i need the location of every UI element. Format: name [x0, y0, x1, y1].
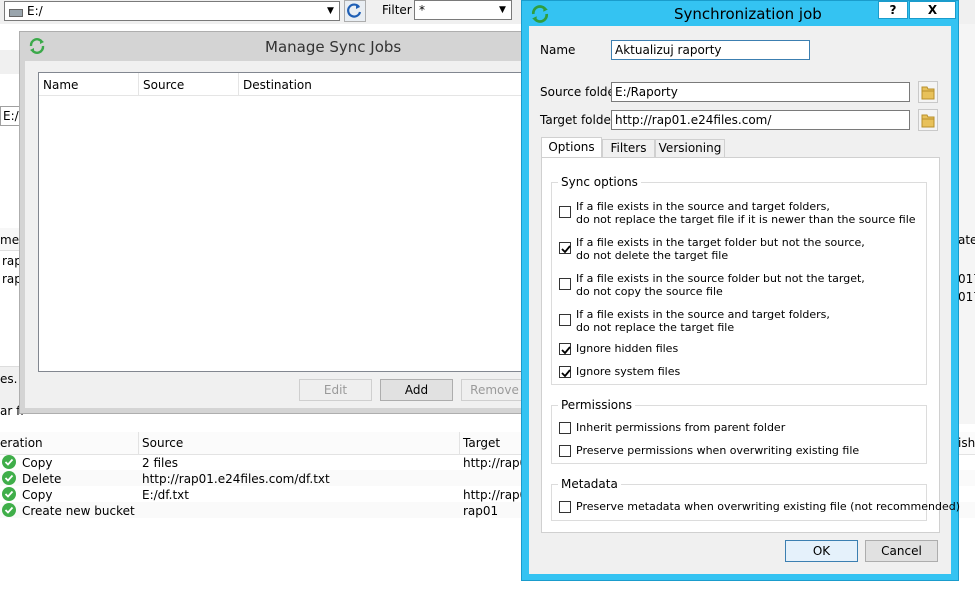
queue-col-finished[interactable]: ished [958, 436, 975, 450]
tab-options[interactable]: Options [541, 137, 602, 158]
left-path-field[interactable]: E:/ [0, 106, 20, 126]
checkbox-label: Preserve metadata when overwriting exist… [576, 500, 960, 513]
close-icon: X [927, 3, 938, 17]
help-button[interactable]: ? [878, 1, 908, 19]
right-list-cell: 017 [958, 272, 975, 286]
tab-filters[interactable]: Filters [602, 139, 655, 158]
source-folder-label: Source folder [540, 85, 620, 99]
queue-col-operation[interactable]: eration [0, 436, 43, 450]
chevron-down-icon: ▼ [499, 5, 506, 15]
ok-button[interactable]: OK [785, 540, 858, 562]
chevron-down-icon: ▼ [327, 6, 334, 16]
sync-icon [29, 38, 45, 54]
sync-dialog-client: Name Aktualizuj raporty Source folder E:… [529, 26, 960, 574]
success-check-icon [2, 487, 16, 501]
right-pane-strip [958, 24, 975, 424]
refresh-button[interactable] [344, 0, 366, 22]
folder-icon [921, 114, 935, 128]
browse-source-button[interactable] [918, 81, 938, 103]
queue-cell-source: E:/df.txt [142, 488, 189, 502]
queue-cell-target: http://rap0 [463, 456, 528, 470]
sync-dialog-title: Synchronization job [674, 5, 822, 23]
metadata-list: Preserve metadata when overwriting exist… [542, 158, 960, 528]
options-tab-panel: Sync options If a file exists in the sou… [541, 157, 960, 533]
help-icon: ? [889, 3, 897, 17]
col-source[interactable]: Source [143, 78, 184, 92]
sync-icon [531, 5, 549, 23]
filter-value: * [419, 3, 425, 17]
queue-cell-source: 2 files [142, 456, 178, 470]
manage-dialog-title: Manage Sync Jobs [265, 38, 402, 56]
checkbox-unchecked[interactable] [559, 501, 571, 513]
tab-filters-label: Filters [610, 141, 647, 155]
success-check-icon [2, 503, 16, 517]
tab-versioning[interactable]: Versioning [655, 139, 725, 158]
right-list-cell: 017 [958, 290, 975, 304]
filter-combobox[interactable]: * ▼ [414, 0, 512, 20]
remove-button[interactable]: Remove [461, 379, 528, 401]
close-button[interactable]: X [909, 1, 956, 19]
folder-icon [921, 86, 935, 100]
filter-label: Filter [382, 3, 412, 17]
name-label: Name [540, 43, 576, 57]
tab-versioning-label: Versioning [658, 141, 722, 155]
col-destination[interactable]: Destination [243, 78, 312, 92]
right-list-header-label: ate [958, 233, 975, 247]
column-divider [138, 432, 139, 454]
target-folder-label: Target folder [540, 113, 616, 127]
queue-cell-target: rap01 [463, 504, 499, 518]
column-divider [238, 73, 239, 95]
path-value: E:/ [27, 4, 43, 18]
manage-dialog-client: Name Source Destination Edit Add Remove [25, 61, 539, 408]
column-divider [138, 73, 139, 95]
cancel-button[interactable]: Cancel [865, 540, 938, 562]
path-combobox[interactable]: E:/ ▼ [4, 1, 340, 21]
synchronization-job-dialog: Synchronization job ? X Name Aktualizuj … [521, 0, 960, 581]
queue-cell-source: http://rap01.e24files.com/df.txt [142, 472, 330, 486]
queue-cell-operation: Delete [22, 472, 62, 486]
left-path-value: E:/ [3, 109, 19, 123]
add-button[interactable]: Add [380, 379, 453, 401]
queue-col-target[interactable]: Target [463, 436, 500, 450]
queue-col-source[interactable]: Source [142, 436, 183, 450]
edit-button[interactable]: Edit [299, 379, 372, 401]
name-field[interactable]: Aktualizuj raporty [611, 40, 810, 60]
manage-sync-jobs-dialog: Manage Sync Jobs Name Source Destination… [19, 31, 539, 414]
success-check-icon [2, 471, 16, 485]
tab-options-label: Options [548, 140, 595, 154]
refresh-icon [347, 3, 362, 18]
column-divider [459, 432, 460, 454]
queue-cell-operation: Create new bucket [22, 504, 135, 518]
success-check-icon [2, 455, 16, 469]
left-pane-toolbar [0, 50, 20, 74]
sync-jobs-list[interactable]: Name Source Destination [38, 72, 539, 372]
drive-icon [9, 9, 23, 17]
left-list-header-label: me [0, 233, 20, 247]
queue-cell-operation: Copy [22, 488, 53, 502]
source-folder-field[interactable]: E:/Raporty [611, 82, 910, 102]
queue-cell-target: http://rap0 [463, 488, 528, 502]
queue-cell-operation: Copy [22, 456, 53, 470]
target-folder-field[interactable]: http://rap01.e24files.com/ [611, 110, 910, 130]
col-name[interactable]: Name [43, 78, 78, 92]
browse-target-button[interactable] [918, 109, 938, 131]
